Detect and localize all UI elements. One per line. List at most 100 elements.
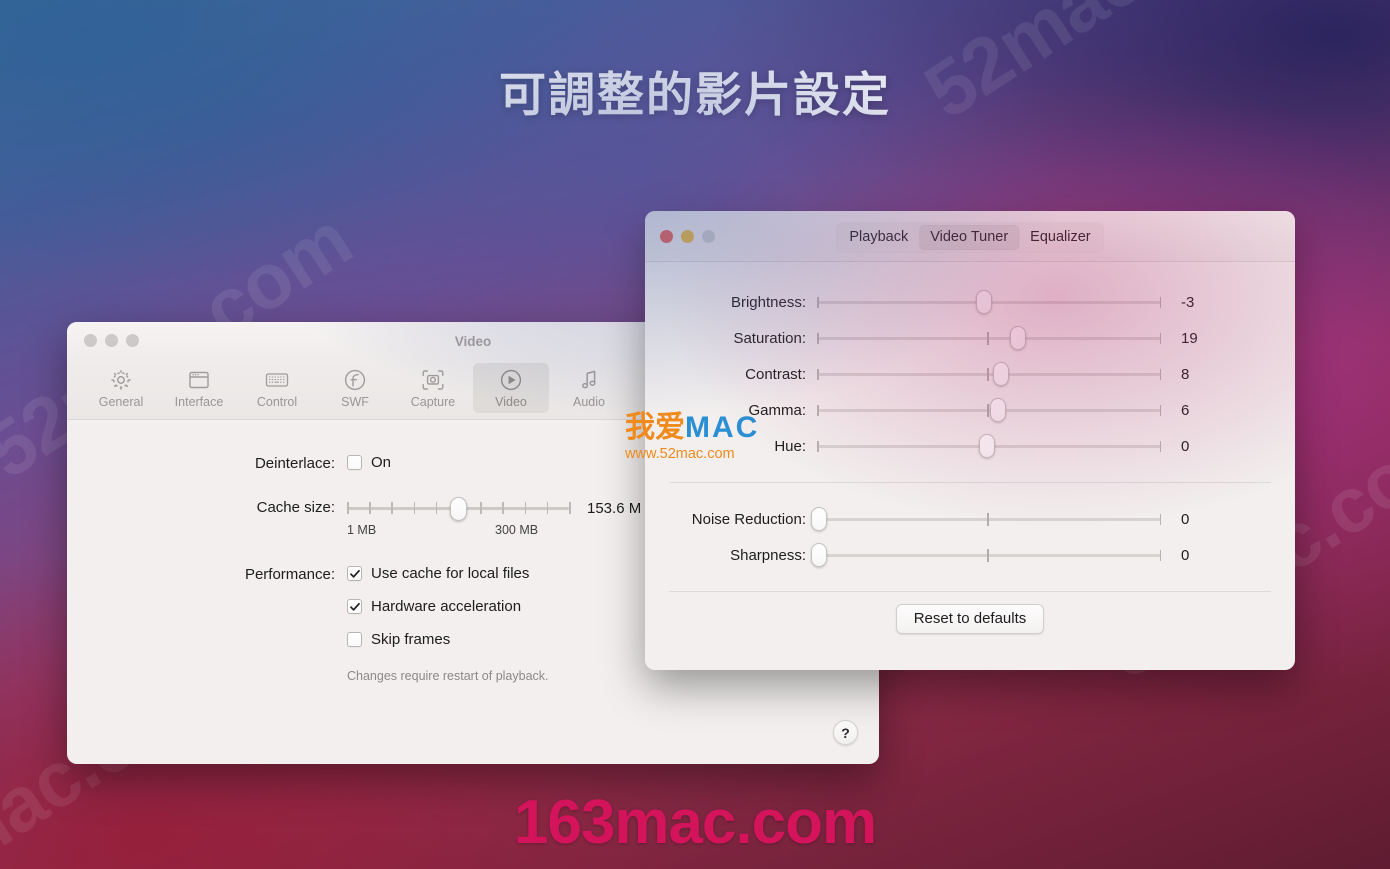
slider-tick [569, 502, 571, 514]
slider-track [817, 337, 1161, 340]
slider-knob[interactable] [993, 362, 1010, 386]
slider-endcap [1159, 514, 1161, 525]
slider-knob[interactable] [989, 398, 1006, 422]
performance-option[interactable]: Hardware acceleration [347, 598, 549, 615]
hue-value: 0 [1181, 437, 1190, 455]
toolbar-item-label: General [98, 395, 144, 409]
noise-reduction-slider[interactable] [810, 507, 1161, 531]
zoom-button[interactable] [126, 334, 139, 347]
toolbar-item-capture[interactable]: Capture [395, 363, 471, 413]
tuner-traffic-lights[interactable] [660, 230, 715, 243]
reset-to-defaults-button[interactable]: Reset to defaults [895, 604, 1045, 634]
toolbar-item-label: SWF [341, 395, 369, 409]
deinterlace-checkbox[interactable] [347, 455, 362, 470]
use-cache-checkbox[interactable] [347, 566, 362, 581]
toolbar-item-audio[interactable]: Audio [551, 363, 627, 413]
slider-knob[interactable] [975, 290, 992, 314]
prefs-traffic-lights[interactable] [84, 334, 139, 347]
brightness-value: -3 [1181, 293, 1195, 311]
tab-video-tuner[interactable]: Video Tuner [919, 225, 1020, 250]
slider-tick [369, 502, 371, 514]
help-button[interactable]: ? [833, 720, 858, 745]
slider-center-tick [987, 549, 989, 562]
minimize-button[interactable] [681, 230, 694, 243]
hue-slider[interactable] [817, 434, 1161, 458]
keyboard-icon [264, 367, 290, 393]
music-note-icon [576, 367, 602, 393]
slider-row-saturation: Saturation: 19 [645, 320, 1295, 356]
performance-option[interactable]: Use cache for local files [347, 565, 549, 582]
window-icon [186, 367, 212, 393]
slider-endcap [1159, 550, 1161, 561]
noise-reduction-label: Noise Reduction: [691, 510, 806, 528]
slider-knob[interactable] [449, 497, 467, 521]
play-icon [498, 367, 524, 393]
performance-option-label: Hardware acceleration [371, 598, 522, 615]
slider-tick [480, 502, 482, 514]
page-title: 可調整的影片設定 [499, 68, 891, 121]
slider-tick [347, 502, 349, 514]
slider-row-contrast: Contrast: 8 [645, 356, 1295, 392]
toolbar-item-swf[interactable]: SWF [317, 363, 393, 413]
deinterlace-option-label: On [371, 454, 392, 471]
toolbar-item-video[interactable]: Video [473, 363, 549, 413]
brightness-slider[interactable] [817, 290, 1161, 314]
performance-option[interactable]: Skip frames [347, 631, 549, 648]
cache-min-label: 1 MB [347, 523, 377, 537]
slider-tick [546, 502, 549, 514]
skip-frames-checkbox[interactable] [347, 632, 362, 647]
desktop-background: 52mac.com 52mac.com 52mac.com 52mac.com … [0, 0, 1390, 869]
slider-endcap [817, 441, 819, 452]
slider-tick [413, 502, 416, 514]
slider-knob[interactable] [979, 434, 996, 458]
slider-track [817, 554, 1161, 557]
close-button[interactable] [84, 334, 97, 347]
saturation-label: Saturation: [733, 329, 806, 347]
toolbar-item-label: Control [256, 395, 298, 409]
sharpness-label: Sharpness: [730, 546, 806, 564]
slider-endcap [1159, 297, 1161, 308]
checkmark-icon [349, 602, 360, 611]
slider-row-brightness: Brightness: -3 [645, 284, 1295, 320]
tab-playback[interactable]: Playback [838, 225, 919, 250]
video-tuner-window[interactable]: Playback Video Tuner Equalizer Brightnes… [645, 211, 1295, 670]
sharpness-slider[interactable] [810, 543, 1161, 567]
noise-reduction-value: 0 [1181, 510, 1190, 528]
slider-endcap [1159, 405, 1161, 416]
slider-endcap [1159, 333, 1161, 344]
slider-knob[interactable] [1010, 326, 1027, 350]
performance-label: Performance: [244, 566, 335, 583]
slider-knob[interactable] [810, 507, 827, 531]
toolbar-item-interface[interactable]: Interface [161, 363, 237, 413]
cache-max-label: 300 MB [495, 523, 539, 537]
contrast-slider[interactable] [817, 362, 1161, 386]
gamma-slider[interactable] [817, 398, 1161, 422]
minimize-button[interactable] [105, 334, 118, 347]
toolbar-item-general[interactable]: General [83, 363, 159, 413]
cache-size-slider[interactable] [347, 497, 571, 521]
tab-equalizer[interactable]: Equalizer [1019, 225, 1101, 250]
slider-center-tick [987, 368, 989, 381]
performance-option-label: Use cache for local files [371, 565, 530, 582]
slider-endcap [817, 333, 819, 344]
tuner-titlebar: Playback Video Tuner Equalizer [645, 211, 1295, 262]
saturation-slider[interactable] [817, 326, 1161, 350]
flash-icon [342, 367, 368, 393]
toolbar-item-label: Capture [410, 395, 456, 409]
slider-track [817, 373, 1161, 376]
close-button[interactable] [660, 230, 673, 243]
tab-group[interactable]: Playback Video Tuner Equalizer [836, 223, 1104, 252]
slider-endcap [1159, 369, 1161, 380]
zoom-button[interactable] [702, 230, 715, 243]
tuner-content: Brightness: -3 Saturation: 19 Contrast: … [645, 262, 1295, 634]
slider-center-tick [987, 513, 989, 526]
brightness-label: Brightness: [730, 293, 806, 311]
slider-row-hue: Hue: 0 [645, 428, 1295, 464]
restart-note: Changes require restart of playback. [347, 669, 549, 683]
hardware-acceleration-checkbox[interactable] [347, 599, 362, 614]
slider-knob[interactable] [810, 543, 827, 567]
hue-label: Hue: [774, 437, 806, 455]
toolbar-item-control[interactable]: Control [239, 363, 315, 413]
gamma-label: Gamma: [748, 401, 806, 419]
saturation-value: 19 [1181, 329, 1198, 347]
